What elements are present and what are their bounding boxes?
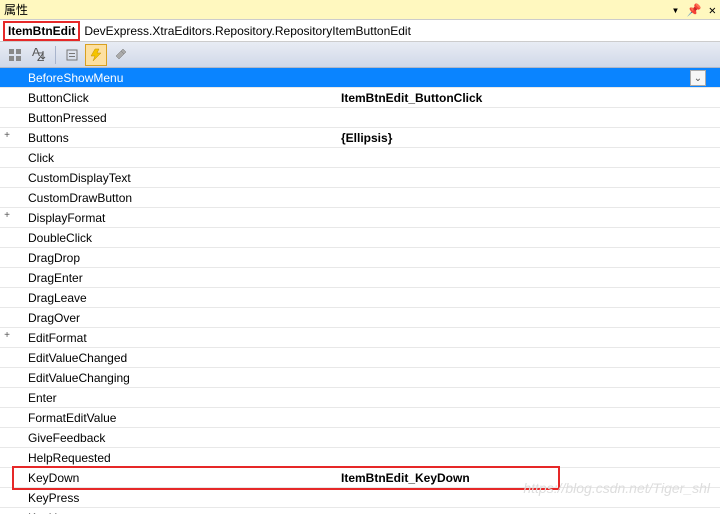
property-name: Click xyxy=(14,151,339,165)
property-name: ButtonClick xyxy=(14,91,339,105)
property-name: FormatEditValue xyxy=(14,411,339,425)
object-name: ItemBtnEdit xyxy=(3,21,80,41)
grid-row[interactable]: KeyDownItemBtnEdit_KeyDown xyxy=(0,468,720,488)
property-value[interactable]: ItemBtnEdit_KeyDown xyxy=(339,471,720,485)
property-name: DragDrop xyxy=(14,251,339,265)
property-name: ButtonPressed xyxy=(14,111,339,125)
property-name: EditValueChanged xyxy=(14,351,339,365)
property-name: EditFormat xyxy=(14,331,339,345)
grid-row[interactable]: EditValueChanging xyxy=(0,368,720,388)
grid-row[interactable]: Enter xyxy=(0,388,720,408)
property-name: EditValueChanging xyxy=(14,371,339,385)
grid-row[interactable]: DoubleClick xyxy=(0,228,720,248)
grid-row[interactable]: +Buttons{Ellipsis} xyxy=(0,128,720,148)
grid-row[interactable]: KeyUp xyxy=(0,508,720,514)
property-name: DoubleClick xyxy=(14,231,339,245)
grid-row[interactable]: DragOver xyxy=(0,308,720,328)
grid-row[interactable]: EditValueChanged xyxy=(0,348,720,368)
property-name: DragOver xyxy=(14,311,339,325)
grid-row[interactable]: DragDrop xyxy=(0,248,720,268)
alphabetic-icon: AZ xyxy=(32,48,46,62)
property-name: DragLeave xyxy=(14,291,339,305)
property-value[interactable]: ItemBtnEdit_ButtonClick xyxy=(339,91,720,105)
properties-icon xyxy=(65,48,79,62)
grid-row[interactable]: ButtonPressed xyxy=(0,108,720,128)
title-bar: 属性 ▾ 📌 ✕ xyxy=(0,0,720,20)
properties-button[interactable] xyxy=(61,44,83,66)
grid-row[interactable]: DragEnter xyxy=(0,268,720,288)
property-name: CustomDisplayText xyxy=(14,171,339,185)
categorized-button[interactable] xyxy=(4,44,26,66)
property-name: DisplayFormat xyxy=(14,211,339,225)
property-name: KeyDown xyxy=(14,471,339,485)
grid-row[interactable]: HelpRequested xyxy=(0,448,720,468)
expander-icon[interactable]: + xyxy=(2,211,12,221)
property-name: DragEnter xyxy=(14,271,339,285)
events-icon xyxy=(89,48,103,62)
panel-title: 属性 xyxy=(4,1,28,18)
grid-row[interactable]: DragLeave xyxy=(0,288,720,308)
property-name: Buttons xyxy=(14,131,339,145)
settings-icon xyxy=(113,48,127,62)
property-grid[interactable]: BeforeShowMenu ⌄ ButtonClickItemBtnEdit_Bu… xyxy=(0,68,720,514)
object-type: DevExpress.XtraEditors.Repository.Reposi… xyxy=(84,24,411,38)
toolbar: AZ xyxy=(0,42,720,68)
property-name: BeforeShowMenu xyxy=(14,71,339,85)
dropdown-icon[interactable]: ▾ xyxy=(672,3,679,17)
grid-row[interactable]: CustomDisplayText xyxy=(0,168,720,188)
property-name: KeyUp xyxy=(14,511,339,514)
grid-row[interactable]: CustomDrawButton xyxy=(0,188,720,208)
grid-row[interactable]: +DisplayFormat xyxy=(0,208,720,228)
property-name: GiveFeedback xyxy=(14,431,339,445)
property-name: Enter xyxy=(14,391,339,405)
property-name: HelpRequested xyxy=(14,451,339,465)
dropdown-icon[interactable]: ⌄ xyxy=(690,70,706,86)
toolbar-separator xyxy=(55,46,56,64)
pin-icon[interactable]: 📌 xyxy=(686,3,701,17)
events-button[interactable] xyxy=(85,44,107,66)
grid-row[interactable]: KeyPress xyxy=(0,488,720,508)
settings-button[interactable] xyxy=(109,44,131,66)
property-name: KeyPress xyxy=(14,491,339,505)
grid-row[interactable]: GiveFeedback xyxy=(0,428,720,448)
categorized-icon xyxy=(8,48,22,62)
close-icon[interactable]: ✕ xyxy=(709,3,716,17)
grid-row[interactable]: Click xyxy=(0,148,720,168)
grid-row[interactable]: +EditFormat xyxy=(0,328,720,348)
grid-row[interactable]: BeforeShowMenu ⌄ xyxy=(0,68,720,88)
alphabetic-button[interactable]: AZ xyxy=(28,44,50,66)
grid-row[interactable]: ButtonClickItemBtnEdit_ButtonClick xyxy=(0,88,720,108)
object-selector-bar[interactable]: ItemBtnEdit DevExpress.XtraEditors.Repos… xyxy=(0,20,720,42)
title-bar-actions: ▾ 📌 ✕ xyxy=(668,3,716,17)
expander-icon[interactable]: + xyxy=(2,331,12,341)
expander-icon[interactable]: + xyxy=(2,131,12,141)
property-value[interactable]: {Ellipsis} xyxy=(339,131,720,145)
property-name: CustomDrawButton xyxy=(14,191,339,205)
grid-row[interactable]: FormatEditValue xyxy=(0,408,720,428)
